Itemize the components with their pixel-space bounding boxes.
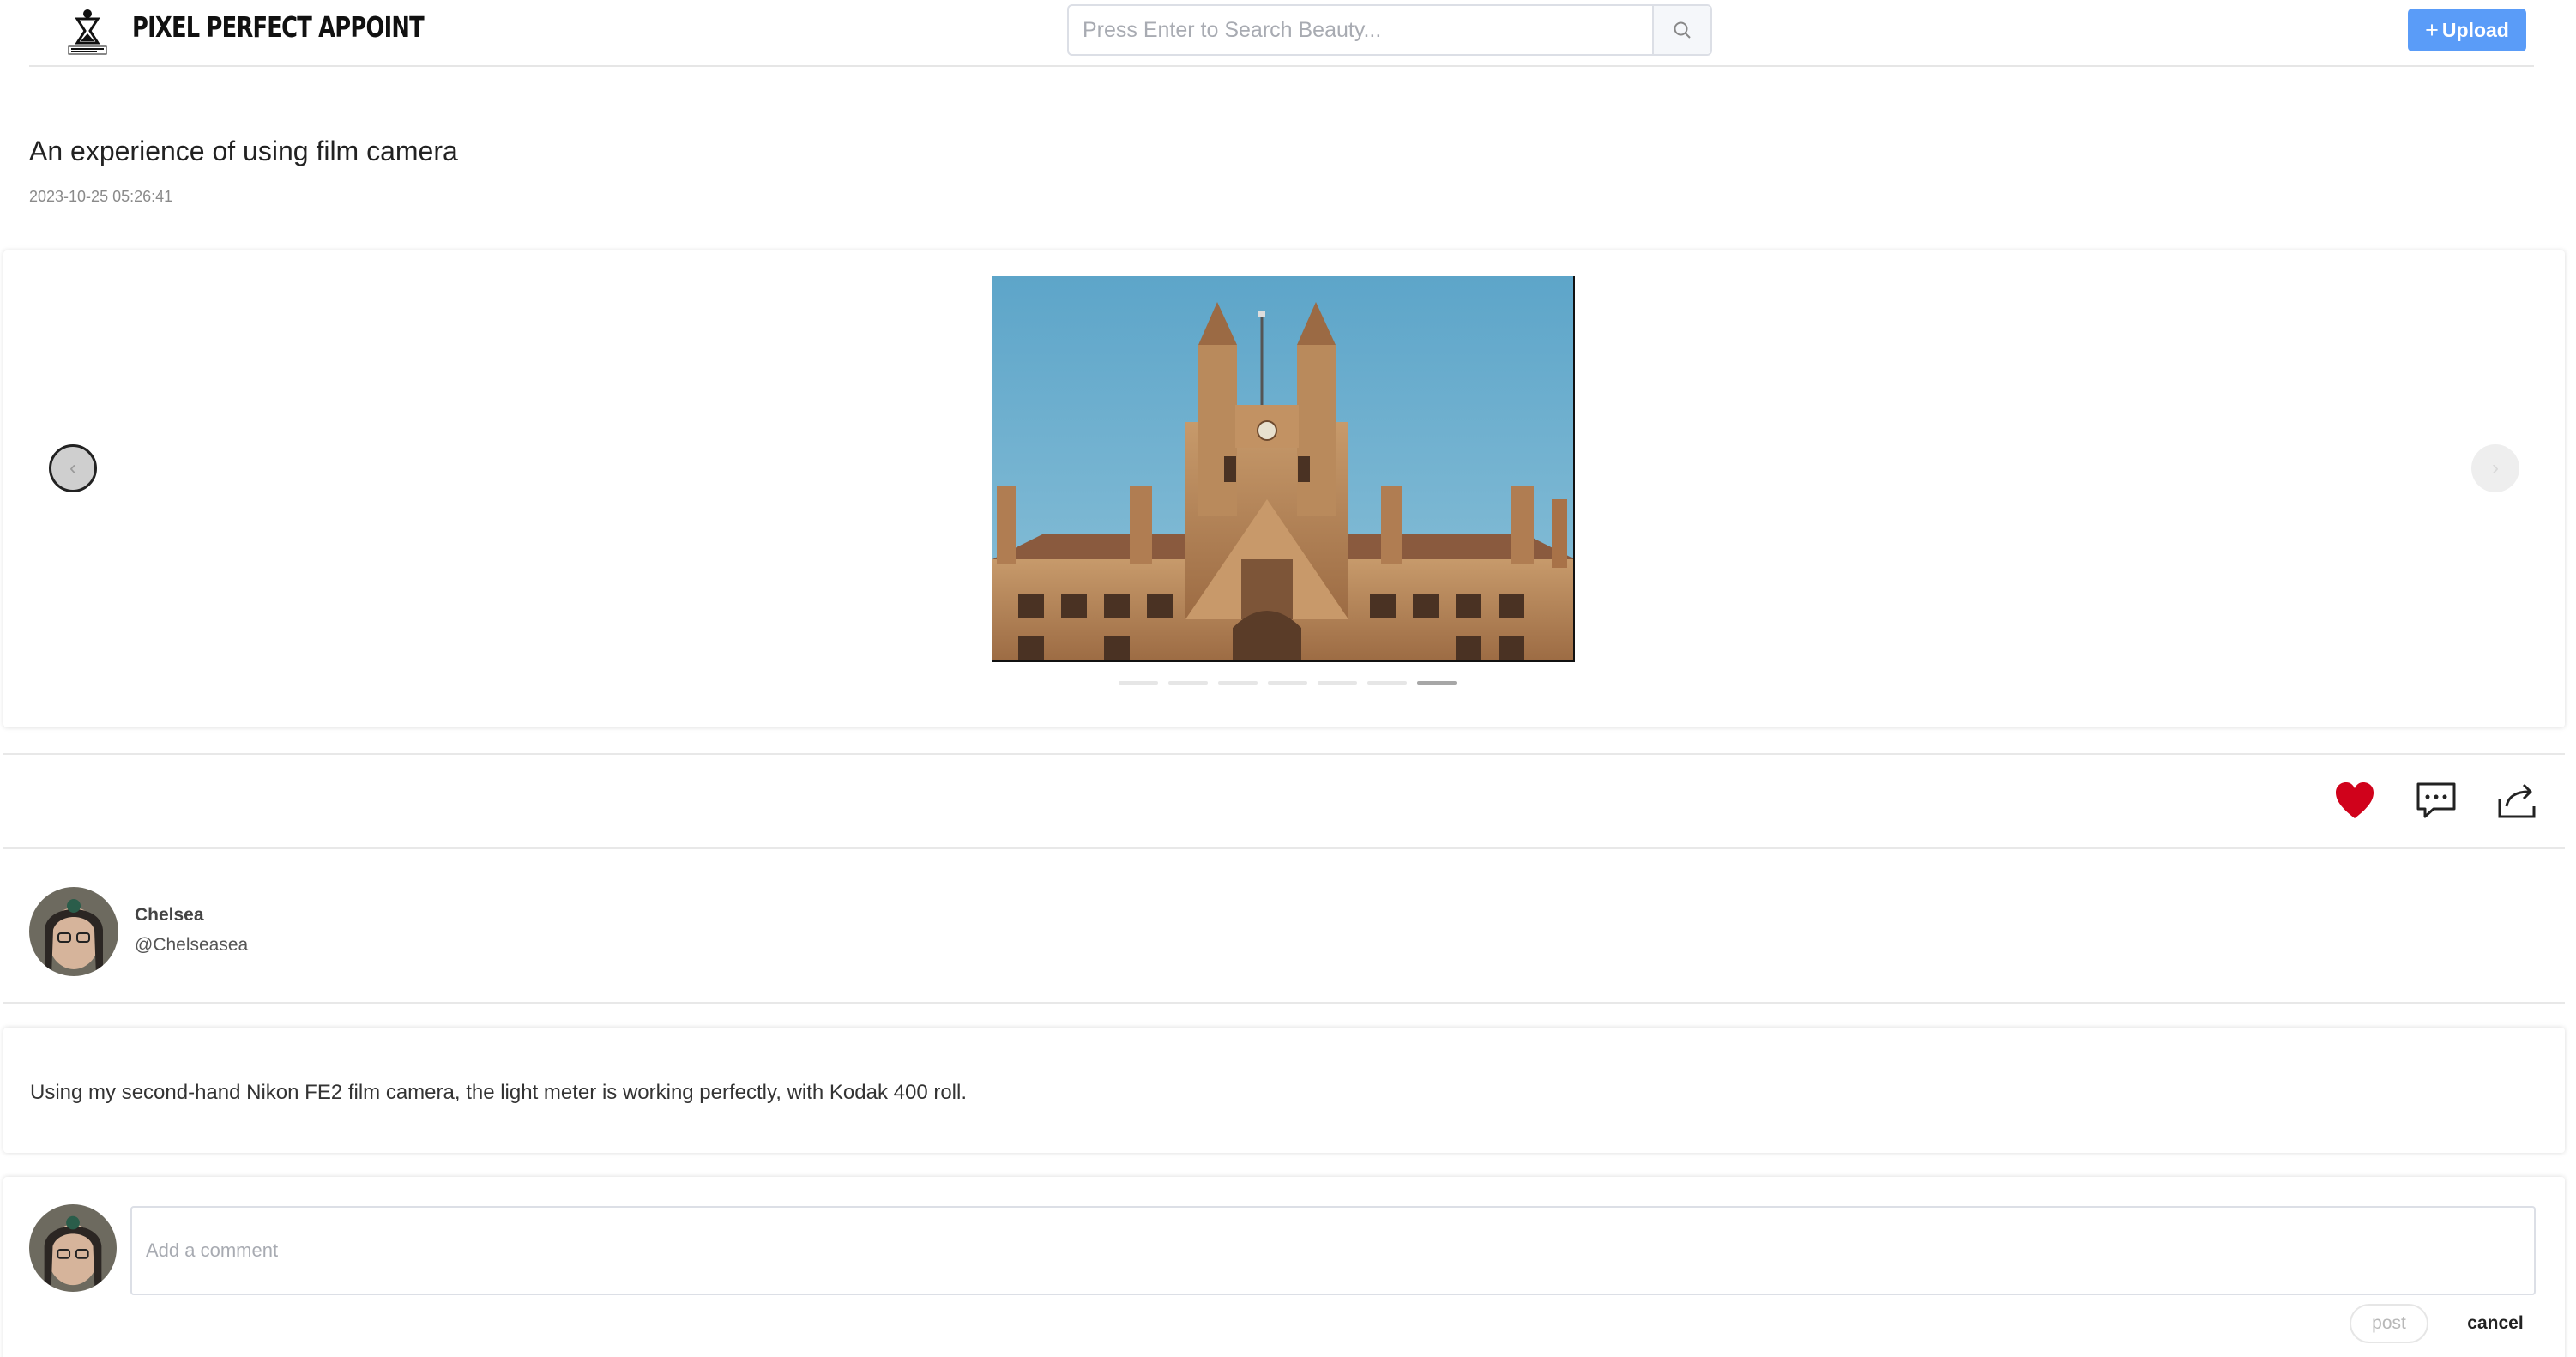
- post-description: Using my second-hand Nikon FE2 film came…: [30, 1081, 968, 1104]
- comment-icon: [2416, 782, 2456, 818]
- carousel-prev-button[interactable]: ‹: [49, 444, 97, 492]
- logo-icon[interactable]: [62, 5, 113, 57]
- carousel-indicator[interactable]: [1218, 681, 1258, 685]
- post-description-card: Using my second-hand Nikon FE2 film came…: [3, 1028, 2565, 1153]
- brand-name: PIXEL PERFECT APPOINT: [132, 10, 425, 44]
- like-button[interactable]: [2333, 781, 2376, 820]
- divider: [3, 1002, 2565, 1004]
- carousel-indicator[interactable]: [1119, 681, 1158, 685]
- comment-button[interactable]: [2415, 781, 2458, 820]
- author-avatar[interactable]: [29, 887, 118, 976]
- carousel-indicator[interactable]: [1168, 681, 1208, 685]
- comment-input[interactable]: [130, 1206, 2536, 1295]
- carousel-indicator[interactable]: [1268, 681, 1307, 685]
- carousel-indicator[interactable]: [1367, 681, 1407, 685]
- carousel-photo: [992, 276, 1575, 662]
- search-input[interactable]: [1069, 6, 1652, 54]
- search-icon: [1674, 21, 1691, 39]
- chevron-left-icon: ‹: [69, 456, 76, 479]
- current-user-avatar: [29, 1204, 117, 1292]
- post-title: An experience of using film camera: [29, 136, 458, 166]
- divider: [3, 753, 2565, 755]
- author-name[interactable]: Chelsea: [135, 905, 204, 926]
- heart-icon: [2336, 782, 2374, 818]
- carousel-indicator-active[interactable]: [1417, 681, 1457, 685]
- carousel-next-button[interactable]: ›: [2471, 444, 2519, 492]
- post-comment-button[interactable]: post: [2350, 1304, 2428, 1343]
- comment-section: post cancel: [3, 1177, 2565, 1357]
- search-bar: [1067, 4, 1712, 56]
- search-button[interactable]: [1652, 6, 1710, 54]
- carousel-indicators: [1119, 681, 1457, 685]
- share-button[interactable]: [2496, 781, 2539, 820]
- author-handle: @Chelseasea: [135, 935, 249, 955]
- divider: [3, 847, 2565, 849]
- upload-button[interactable]: + Upload: [2408, 9, 2526, 51]
- share-icon: [2498, 783, 2536, 818]
- carousel-indicator[interactable]: [1318, 681, 1357, 685]
- chevron-right-icon: ›: [2492, 456, 2499, 479]
- cancel-comment-button[interactable]: cancel: [2457, 1304, 2534, 1343]
- plus-icon: +: [2425, 16, 2439, 43]
- upload-label: Upload: [2441, 18, 2509, 41]
- image-carousel: ‹ ›: [3, 250, 2565, 727]
- top-header: PIXEL PERFECT APPOINT + Upload: [29, 0, 2534, 67]
- post-date: 2023-10-25 05:26:41: [29, 188, 173, 205]
